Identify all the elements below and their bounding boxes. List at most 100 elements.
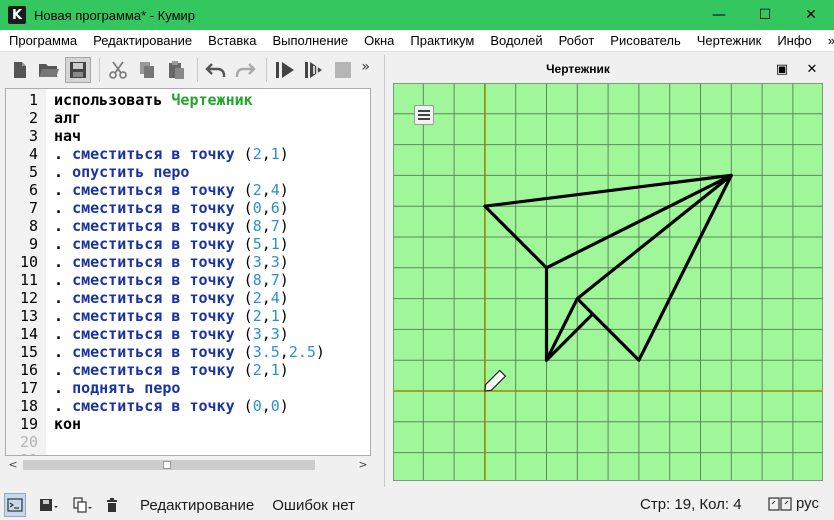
code-line[interactable]: 16. сместиться в точку (2,1)	[6, 361, 370, 379]
line-number: 9	[28, 235, 38, 253]
scrollbar-grip[interactable]	[163, 461, 171, 469]
code-line[interactable]: 18. сместиться в точку (0,0)	[6, 397, 370, 415]
code-line[interactable]: 13. сместиться в точку (2,1)	[6, 307, 370, 325]
code-token: 2.5	[288, 343, 316, 361]
code-token: (	[243, 253, 253, 271]
save-file-button[interactable]	[65, 57, 91, 83]
line-number: 3	[28, 127, 38, 145]
drawer-canvas[interactable]	[393, 83, 823, 481]
code-line[interactable]: 10. сместиться в точку (3,3)	[6, 253, 370, 271]
console-toggle-button[interactable]	[4, 493, 26, 517]
code-line[interactable]: 17. поднять перо	[6, 379, 370, 397]
scroll-left-button[interactable]: <	[5, 457, 21, 473]
undo-button[interactable]	[203, 57, 229, 83]
code-token: (	[243, 181, 253, 199]
code-token: .	[54, 217, 73, 235]
close-window-button[interactable]: ✕	[788, 0, 834, 30]
code-line[interactable]: 19 кон	[6, 415, 370, 433]
code-token: 3	[270, 253, 280, 271]
menu-program[interactable]: Программа	[0, 30, 85, 52]
kumir-app-icon: K	[8, 6, 26, 24]
menu-overflow[interactable]: »	[820, 30, 834, 52]
code-text: . сместиться в точку (5,1)	[54, 235, 289, 253]
code-text: . поднять перо	[54, 379, 180, 397]
code-token: 2	[252, 289, 262, 307]
code-token: .	[54, 397, 73, 415]
status-mode: Редактирование	[140, 496, 255, 514]
code-token: опустить перо	[72, 163, 190, 181]
code-token: )	[279, 289, 289, 307]
code-token: .	[54, 361, 73, 379]
menu-painter[interactable]: Рисователь	[602, 30, 688, 52]
code-token: 2	[252, 361, 262, 379]
code-line[interactable]: 20	[6, 433, 370, 451]
code-line[interactable]: 14. сместиться в точку (3,3)	[6, 325, 370, 343]
run-button[interactable]	[272, 57, 298, 83]
canvas-menu-button[interactable]	[414, 105, 434, 125]
open-folder-icon	[39, 64, 59, 77]
menu-windows[interactable]: Окна	[356, 30, 402, 52]
minimize-button[interactable]: —	[696, 0, 742, 30]
code-token: (	[243, 217, 253, 235]
code-line[interactable]: 7. сместиться в точку (0,6)	[6, 199, 370, 217]
code-text: использовать Чертежник	[54, 91, 253, 109]
menu-drawer[interactable]: Чертежник	[689, 30, 770, 52]
code-line[interactable]: 4. сместиться в точку (2,1)	[6, 145, 370, 163]
code-token: )	[279, 235, 289, 253]
menu-robot[interactable]: Робот	[551, 30, 603, 52]
line-number: 14	[19, 325, 38, 343]
line-number: 15	[19, 343, 38, 361]
code-line[interactable]: 11. сместиться в точку (8,7)	[6, 271, 370, 289]
code-token: 0	[252, 199, 262, 217]
redo-icon	[235, 63, 256, 77]
drawer-restore-button[interactable]: ▣	[773, 61, 791, 79]
editor-horizontal-scrollbar[interactable]: < >	[5, 457, 371, 473]
code-token: (	[243, 145, 253, 163]
step-run-button[interactable]	[301, 57, 327, 83]
line-number: 1	[28, 91, 38, 109]
copy-status-button[interactable]	[70, 493, 96, 517]
code-line[interactable]: 21	[6, 451, 370, 455]
code-line[interactable]: 9 . сместиться в точку (5,1)	[6, 235, 370, 253]
clear-button[interactable]	[102, 493, 122, 517]
cut-button[interactable]	[105, 57, 131, 83]
keyboard-language-indicator[interactable]: рус	[768, 495, 819, 512]
save-status-button[interactable]	[36, 493, 62, 517]
open-file-button[interactable]	[36, 57, 62, 83]
code-line[interactable]: 3 нач	[6, 127, 370, 145]
code-line[interactable]: 1 использовать Чертежник	[6, 91, 370, 109]
code-line[interactable]: 6. сместиться в точку (2,4)	[6, 181, 370, 199]
menu-vodoley[interactable]: Водолей	[482, 30, 550, 52]
line-number: 7	[28, 199, 38, 217]
code-token: .	[54, 289, 73, 307]
menu-bar: Программа Редактирование Вставка Выполне…	[0, 30, 834, 52]
menu-insert[interactable]: Вставка	[200, 30, 264, 52]
toolbar-more-button[interactable]: »	[361, 59, 370, 75]
paste-icon	[169, 61, 184, 79]
code-text: . сместиться в точку (2,1)	[54, 307, 289, 325]
code-line[interactable]: 2 алг	[6, 109, 370, 127]
code-line[interactable]: 15. сместиться в точку (3.5,2.5)	[6, 343, 370, 361]
stop-button[interactable]	[330, 57, 356, 83]
code-line[interactable]: 8. сместиться в точку (8,7)	[6, 217, 370, 235]
paste-button[interactable]	[163, 57, 189, 83]
code-line[interactable]: 12. сместиться в точку (2,4)	[6, 289, 370, 307]
code-token: сместиться в точку	[72, 289, 244, 307]
menu-info[interactable]: Инфо	[769, 30, 819, 52]
status-cursor-position: Стр: 19, Кол: 4	[640, 496, 742, 513]
code-token: сместиться в точку	[72, 325, 244, 343]
redo-button[interactable]	[232, 57, 258, 83]
scroll-right-button[interactable]: >	[355, 457, 371, 473]
menu-practicum[interactable]: Практикум	[402, 30, 482, 52]
code-line[interactable]: 5. опустить перо	[6, 163, 370, 181]
new-file-button[interactable]	[7, 57, 33, 83]
menu-edit[interactable]: Редактирование	[85, 30, 200, 52]
code-token: 2	[252, 307, 262, 325]
code-editor[interactable]: 1 использовать Чертежник 2 алг 3 нач 4. смести…	[5, 88, 371, 456]
copy-button[interactable]	[134, 57, 160, 83]
drawer-close-button[interactable]: ✕	[803, 61, 821, 79]
maximize-button[interactable]: ☐	[742, 0, 788, 30]
code-token: (	[243, 397, 253, 415]
menu-run[interactable]: Выполнение	[264, 30, 356, 52]
code-text: . сместиться в точку (3,3)	[54, 253, 289, 271]
